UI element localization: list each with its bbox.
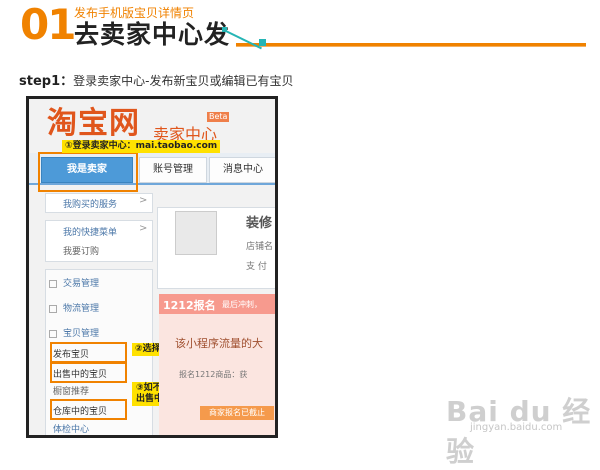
promo-line2: 报名1212商品：获 (179, 370, 248, 379)
highlight-warehouse (50, 399, 127, 420)
shop-avatar (175, 211, 217, 255)
page-title: 去卖家中心发 (74, 20, 231, 49)
menu-trade-label: 交易管理 (63, 279, 100, 289)
subscribe-link[interactable]: 我要订购 (63, 244, 99, 257)
menu-logistics-management[interactable]: 物流管理 (49, 301, 99, 314)
step-instruction: step1：登录卖家中心-发布新宝贝或编辑已有宝贝 (19, 70, 293, 89)
bought-services-link[interactable]: 我购买的服务 (63, 197, 117, 210)
collapse-icon (49, 329, 57, 338)
highlight-on-sale (50, 362, 127, 383)
quick-menu-link[interactable]: 我的快捷菜单 (63, 225, 117, 238)
promo-closed-button[interactable]: 商家报名已截止 (200, 406, 274, 420)
menu-trade-management[interactable]: 交易管理 (49, 276, 99, 289)
shop-name-label: 店铺名 (246, 242, 274, 252)
expand-icon (49, 279, 57, 288)
taobao-logo: 淘宝网 (47, 106, 140, 141)
promo-subtitle: 最后冲刺， (222, 300, 262, 309)
decorate-heading: 装修 (246, 216, 273, 231)
seller-center-screenshot: 淘宝网 卖家中心 Beta 我是卖家 账号管理 消息中心 ①登录卖家中心：mai… (26, 96, 278, 438)
beta-badge: Beta (207, 112, 230, 122)
watermark-url: jingyan.baidu.com (470, 422, 563, 433)
page-subtitle: 发布手机版宝贝详情页 (74, 6, 195, 20)
tab-account-management[interactable]: 账号管理 (139, 157, 207, 183)
highlight-seller-tab (38, 152, 138, 192)
menu-logistics-label: 物流管理 (63, 304, 100, 314)
step-number: 01 (20, 0, 76, 49)
submenu-health-center[interactable]: 体检中心 (53, 422, 89, 435)
header-accent-square (259, 39, 266, 46)
payment-label: 支 付 (246, 262, 267, 272)
submenu-window-recommend[interactable]: 橱窗推荐 (53, 384, 89, 397)
callout-login: ①登录卖家中心：mai.taobao.com (62, 140, 221, 153)
step-text: 登录卖家中心-发布新宝贝或编辑已有宝贝 (73, 74, 294, 88)
promo-title: 1212报名 (163, 299, 216, 312)
highlight-publish-item (50, 342, 127, 363)
menu-item-label: 宝贝管理 (63, 329, 100, 339)
chevron-right-icon[interactable]: > (139, 223, 147, 234)
step-label: step1： (19, 74, 74, 89)
header-accent-dot (222, 27, 227, 32)
menu-item-management[interactable]: 宝贝管理 (49, 326, 99, 339)
promo-line1: 该小程序流量的大 (175, 337, 263, 350)
chevron-right-icon[interactable]: > (139, 195, 147, 206)
header-divider-shadow (236, 46, 586, 47)
expand-icon (49, 304, 57, 313)
tab-message-center[interactable]: 消息中心 (209, 157, 275, 183)
